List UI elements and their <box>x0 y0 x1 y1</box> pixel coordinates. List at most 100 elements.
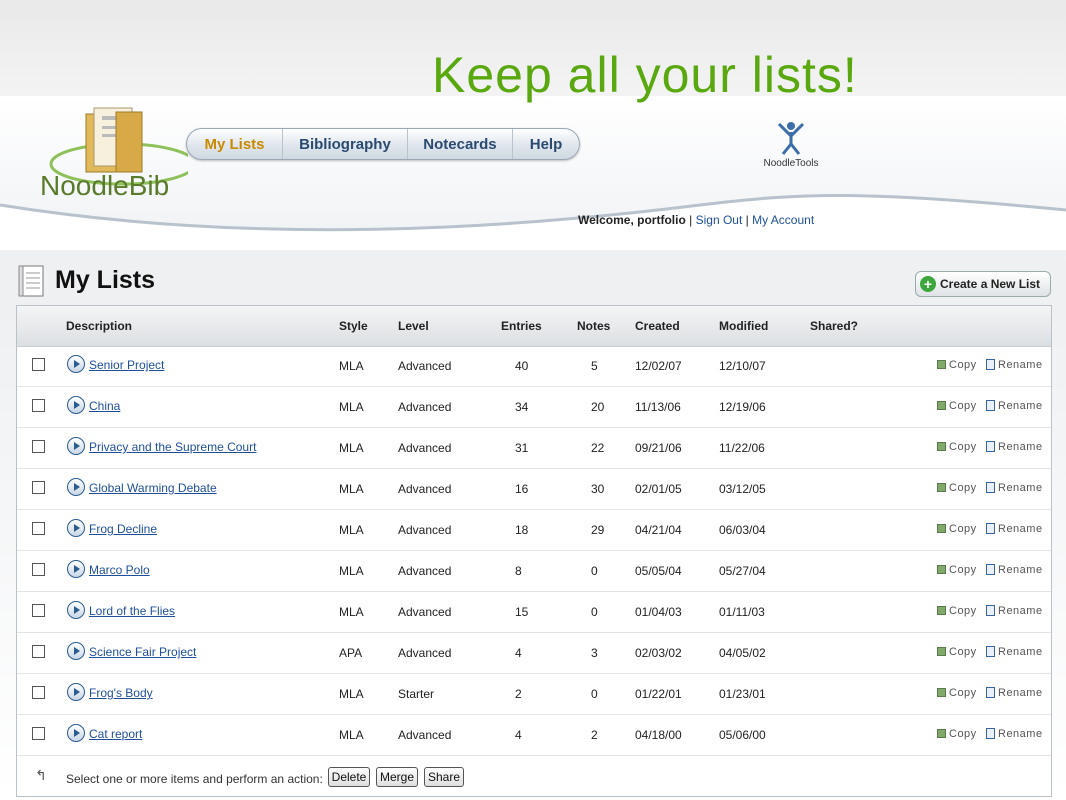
copy-action[interactable]: Copy <box>937 523 977 535</box>
play-icon[interactable] <box>67 355 85 373</box>
col-notes[interactable]: Notes <box>577 319 610 333</box>
col-modified[interactable]: Modified <box>719 319 768 333</box>
tab-notecards[interactable]: Notecards <box>408 129 513 159</box>
noodletools-logo: NoodleTools <box>756 120 826 172</box>
tab-bibliography[interactable]: Bibliography <box>283 129 408 159</box>
row-checkbox[interactable] <box>32 481 45 494</box>
rename-action[interactable]: Rename <box>986 687 1043 699</box>
row-checkbox[interactable] <box>32 399 45 412</box>
merge-button[interactable]: Merge <box>376 767 418 787</box>
cell-notes: 5 <box>591 359 598 373</box>
rename-action[interactable]: Rename <box>986 728 1043 740</box>
cell-level: Advanced <box>398 482 452 496</box>
copy-action[interactable]: Copy <box>937 482 977 494</box>
tab-my-lists[interactable]: My Lists <box>187 129 283 159</box>
list-name-link[interactable]: China <box>89 399 120 413</box>
copy-action[interactable]: Copy <box>937 441 977 453</box>
copy-action[interactable]: Copy <box>937 564 977 576</box>
rename-icon <box>986 441 995 452</box>
col-created[interactable]: Created <box>635 319 680 333</box>
col-level[interactable]: Level <box>398 319 429 333</box>
row-checkbox[interactable] <box>32 522 45 535</box>
rename-icon <box>986 482 995 493</box>
list-name-link[interactable]: Privacy and the Supreme Court <box>89 440 256 454</box>
cell-entries: 2 <box>515 687 522 701</box>
share-button[interactable]: Share <box>424 767 464 787</box>
row-checkbox[interactable] <box>32 563 45 576</box>
col-description[interactable]: Description <box>66 319 132 333</box>
rename-action[interactable]: Rename <box>986 400 1043 412</box>
list-name-link[interactable]: Marco Polo <box>89 563 150 577</box>
rename-action[interactable]: Rename <box>986 482 1043 494</box>
col-style[interactable]: Style <box>339 319 368 333</box>
play-icon[interactable] <box>67 683 85 701</box>
row-checkbox[interactable] <box>32 358 45 371</box>
table-row: Frog's Body MLA Starter 2 0 01/22/01 01/23/01 C… <box>17 674 1051 715</box>
rename-action[interactable]: Rename <box>986 523 1043 535</box>
row-checkbox[interactable] <box>32 727 45 740</box>
row-checkbox[interactable] <box>32 604 45 617</box>
list-name-link[interactable]: Cat report <box>89 727 142 741</box>
play-icon[interactable] <box>67 601 85 619</box>
list-name-link[interactable]: Science Fair Project <box>89 645 196 659</box>
sign-out-link[interactable]: Sign Out <box>696 213 743 227</box>
cell-notes: 0 <box>591 564 598 578</box>
play-icon[interactable] <box>67 519 85 537</box>
col-entries[interactable]: Entries <box>501 319 542 333</box>
row-checkbox[interactable] <box>32 686 45 699</box>
cell-level: Advanced <box>398 728 452 742</box>
cell-style: MLA <box>339 728 364 742</box>
list-name-link[interactable]: Lord of the Flies <box>89 604 175 618</box>
play-icon[interactable] <box>67 724 85 742</box>
cell-style: MLA <box>339 359 364 373</box>
list-name-link[interactable]: Global Warming Debate <box>89 481 217 495</box>
copy-action[interactable]: Copy <box>937 728 977 740</box>
cell-modified: 05/27/04 <box>719 564 766 578</box>
tab-help[interactable]: Help <box>513 129 579 159</box>
copy-action[interactable]: Copy <box>937 605 977 617</box>
rename-action[interactable]: Rename <box>986 646 1043 658</box>
rename-label: Rename <box>998 646 1043 658</box>
copy-action[interactable]: Copy <box>937 646 977 658</box>
cell-notes: 22 <box>591 441 605 455</box>
cell-entries: 15 <box>515 605 529 619</box>
cell-modified: 01/11/03 <box>719 605 765 619</box>
copy-icon <box>937 401 946 410</box>
play-icon[interactable] <box>67 560 85 578</box>
cell-created: 05/05/04 <box>635 564 682 578</box>
cell-modified: 12/10/07 <box>719 359 766 373</box>
rename-action[interactable]: Rename <box>986 564 1043 576</box>
rename-action[interactable]: Rename <box>986 359 1043 371</box>
my-account-link[interactable]: My Account <box>752 213 814 227</box>
row-checkbox[interactable] <box>32 440 45 453</box>
play-icon[interactable] <box>67 396 85 414</box>
play-icon[interactable] <box>67 642 85 660</box>
copy-action[interactable]: Copy <box>937 400 977 412</box>
list-name-link[interactable]: Frog's Body <box>89 686 153 700</box>
headline: Keep all your lists! <box>432 47 858 103</box>
cell-modified: 05/06/00 <box>719 728 766 742</box>
cell-level: Advanced <box>398 523 452 537</box>
play-icon[interactable] <box>67 478 85 496</box>
rename-label: Rename <box>998 359 1043 371</box>
cell-style: MLA <box>339 441 364 455</box>
delete-button[interactable]: Delete <box>328 767 370 787</box>
rename-action[interactable]: Rename <box>986 441 1043 453</box>
copy-icon <box>937 483 946 492</box>
rename-label: Rename <box>998 728 1043 740</box>
welcome-bar: Welcome, portfolio | Sign Out | My Accou… <box>578 213 814 227</box>
table-row: Science Fair Project APA Advanced 4 3 02/03/0… <box>17 633 1051 674</box>
list-name-link[interactable]: Frog Decline <box>89 522 157 536</box>
copy-label: Copy <box>949 441 977 453</box>
cell-entries: 4 <box>515 646 522 660</box>
copy-action[interactable]: Copy <box>937 359 977 371</box>
create-new-list-button[interactable]: + Create a New List <box>915 271 1051 297</box>
list-name-link[interactable]: Senior Project <box>89 358 164 372</box>
play-icon[interactable] <box>67 437 85 455</box>
rename-action[interactable]: Rename <box>986 605 1043 617</box>
col-shared[interactable]: Shared? <box>810 319 858 333</box>
rename-label: Rename <box>998 441 1043 453</box>
copy-action[interactable]: Copy <box>937 687 977 699</box>
row-checkbox[interactable] <box>32 645 45 658</box>
rename-icon <box>986 400 995 411</box>
